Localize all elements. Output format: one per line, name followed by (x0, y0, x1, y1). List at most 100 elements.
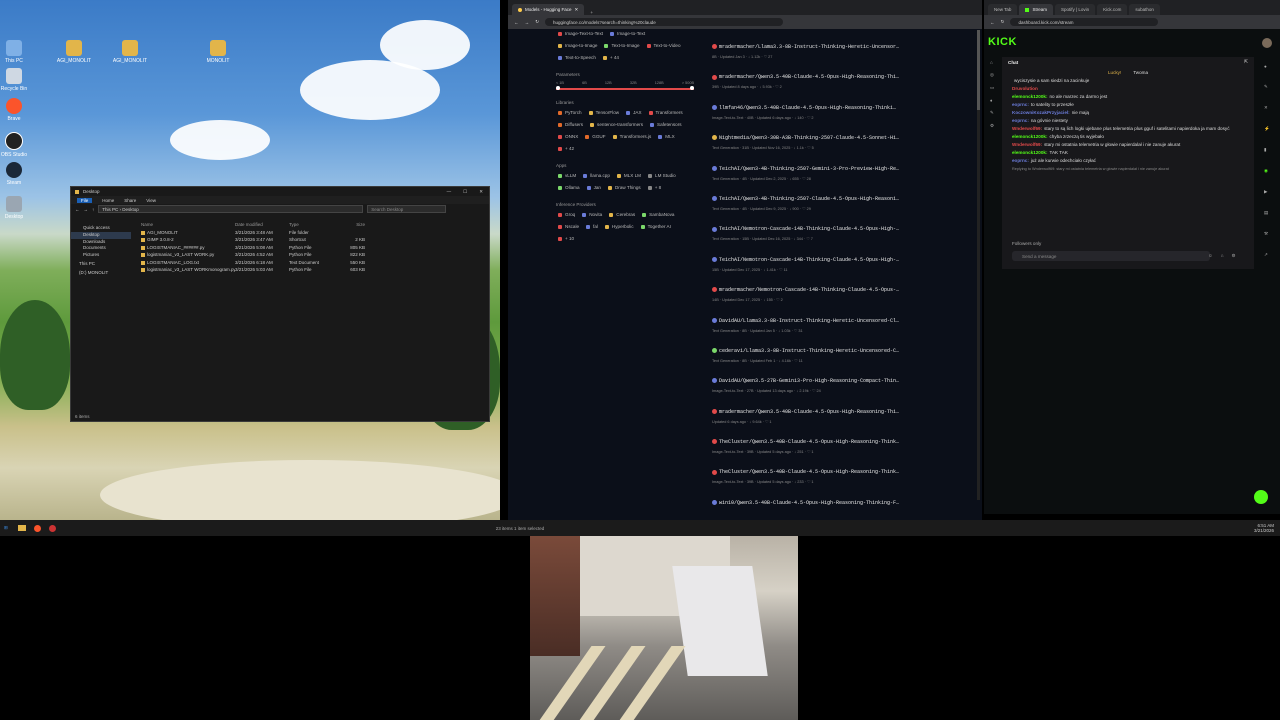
model-name[interactable]: win10/Qwen3.5-40B-Claude-4.5-Opus-High-R… (712, 500, 927, 506)
desktop-shortcut-icon[interactable]: Desktop (0, 196, 36, 220)
tab-stream[interactable]: Stream (1019, 4, 1053, 15)
share-icon[interactable]: ↗ (1264, 252, 1270, 258)
model-name[interactable]: TeichAI/Qwen3-4B-Thinking-2507-Claude-4.… (712, 196, 927, 202)
column-name[interactable]: Name (137, 222, 235, 227)
model-name[interactable]: TeichAI/Nemotron-Cascade-14B-Thinking-Cl… (712, 257, 927, 263)
model-name[interactable]: llmfan46/Qwen3.5-40B-Claude-4.5-Opus-Hig… (712, 105, 927, 111)
model-card[interactable]: mradermacher/Nemotron-Cascade-14B-Thinki… (712, 287, 927, 317)
filter-chip[interactable]: PyTorch (556, 109, 585, 116)
filter-chip[interactable]: Image-to-Text (608, 30, 648, 37)
filter-chip[interactable]: ONNX (556, 133, 581, 140)
filter-chip[interactable]: MLX LM (615, 172, 644, 179)
model-name[interactable]: mradermacher/Nemotron-Cascade-14B-Thinki… (712, 287, 927, 293)
filter-chip[interactable]: GGUF (583, 133, 608, 140)
tab-subathon[interactable]: subathon (1129, 4, 1160, 15)
filter-chip[interactable]: Jan (585, 184, 604, 191)
start-icon[interactable]: ⊞ (4, 525, 8, 531)
nav-item-desktop[interactable]: Desktop (71, 231, 131, 239)
chat-username[interactable]: elemonck1200k: (1012, 94, 1048, 99)
filter-chip[interactable]: Text-to-Image (602, 42, 642, 49)
file-row[interactable]: LOGISTMANIAC_LOG.txt 3/21/2026 6:18 AM Tex… (137, 259, 427, 267)
emote-icon[interactable]: ☺ (1208, 253, 1213, 259)
play-icon[interactable]: ▶ (1264, 189, 1270, 195)
chat-username[interactable]: Wnderwolf69: (1012, 126, 1042, 131)
file-row[interactable]: GIMP 3.0.8-2 3/21/2026 3:47 AM Shortcut 2 K… (137, 236, 427, 244)
toolbar-icon[interactable]: ● (1264, 64, 1270, 69)
file-row[interactable]: logistmaniac_v3_LAST WORKmonogram.py 3/21… (137, 266, 427, 274)
chat-bubble-icon[interactable]: ◉ (1264, 168, 1270, 174)
forward-icon[interactable]: → (84, 207, 89, 212)
model-card[interactable]: mradermacher/Llama3.3-8B-Instruct-Thinki… (712, 44, 927, 74)
chat-username[interactable]: elemonck1200k: (1012, 134, 1048, 139)
filter-chip[interactable]: Text-to-Video (645, 42, 684, 49)
model-card[interactable]: TeichAI/Nemotron-Cascade-14B-Thinking-Cl… (712, 257, 927, 287)
brave-icon[interactable]: Brave (0, 98, 36, 122)
model-name[interactable]: TheCluster/Qwen3.5-40B-Claude-4.5-Opus-H… (712, 469, 927, 475)
filter-chip[interactable]: vLLM (556, 172, 579, 179)
chat-icon[interactable]: ▭ (990, 85, 998, 91)
filter-chip[interactable]: Novita (580, 211, 605, 218)
model-name[interactable]: mradermacher/Llama3.3-8B-Instruct-Thinki… (712, 44, 927, 50)
filter-chip[interactable]: Image-Text-to-Text (556, 30, 606, 37)
back-icon[interactable]: ← (75, 207, 80, 212)
filter-chip[interactable]: + 8 (646, 184, 665, 191)
recycle-bin-icon[interactable]: Recycle Bin (0, 68, 36, 92)
scrollbar[interactable] (977, 30, 980, 500)
model-name[interactable]: DavidAU/Llama3.3-8B-Instruct-Thinking-He… (712, 318, 927, 324)
chat-username[interactable]: KoczowniKozakPrzyjaciel: (1012, 110, 1070, 115)
nav-item-quick-access[interactable]: Quick access (71, 225, 131, 232)
filter-chip[interactable]: Ollama (556, 184, 583, 191)
filter-chip[interactable]: + 10 (556, 235, 577, 242)
brave-taskbar-icon[interactable] (33, 524, 41, 532)
explorer-taskbar-icon[interactable] (17, 525, 26, 531)
filter-chip[interactable]: Transformers (647, 109, 686, 116)
clock[interactable]: 6:51 AM 3/21/2026 (1254, 523, 1274, 533)
filter-chip[interactable]: Cerebras (607, 211, 638, 218)
avatar[interactable] (1262, 38, 1272, 48)
ribbon-tab-home[interactable]: Home (102, 198, 114, 203)
column-size[interactable]: Size (335, 222, 365, 227)
popout-icon[interactable]: ⇱ (1244, 59, 1248, 65)
tab-new-tab[interactable]: New Tab (988, 4, 1018, 15)
close-icon[interactable]: ✕ (1264, 105, 1270, 111)
nav-item-downloads[interactable]: Downloads (71, 239, 131, 246)
folder-icon[interactable]: AGI_MONOLIT (52, 40, 96, 64)
filter-chip[interactable]: Diffusers (556, 121, 586, 128)
slider-handle[interactable] (690, 86, 694, 90)
panel-icon[interactable]: ▤ (1264, 210, 1270, 216)
up-icon[interactable]: ↑ (92, 207, 94, 212)
tab-huggingface[interactable]: Models - Hugging Face ✕ (512, 4, 585, 15)
filter-chip[interactable]: + 42 (556, 145, 577, 152)
ribbon-tab-share[interactable]: Share (124, 198, 136, 203)
model-card[interactable]: TheCluster/Qwen3.5-40B-Claude-4.5-Opus-H… (712, 469, 927, 499)
pinned-user[interactable]: Twoma (1133, 70, 1148, 75)
this-pc-icon[interactable]: This PC (0, 40, 36, 64)
back-icon[interactable]: ← (990, 20, 995, 25)
folder-icon[interactable]: MONOLIT (196, 40, 240, 64)
filter-chip[interactable]: SambaNova (640, 211, 677, 218)
filter-chip[interactable]: Transformers.js (611, 133, 655, 140)
model-name[interactable]: TeichAI/Qwen3-4B-Thinking-2507-Gemini-3-… (712, 166, 927, 172)
nav-item-this-pc[interactable]: This PC (71, 261, 131, 268)
model-card[interactable]: TeichAI/Qwen3-4B-Thinking-2507-Gemini-3-… (712, 166, 927, 196)
model-card[interactable]: TheCluster/Qwen3.5-40B-Claude-4.5-Opus-H… (712, 439, 927, 469)
chat-username[interactable]: Druvolution (1012, 86, 1038, 91)
chat-username[interactable]: eoprnc: (1012, 158, 1029, 163)
model-card[interactable]: TeichAI/Nemotron-Cascade-14B-Thinking-Cl… (712, 226, 927, 256)
column-type[interactable]: Type (289, 222, 335, 227)
send-message-input[interactable]: Send a message (1012, 251, 1210, 261)
model-name[interactable]: Nightmedia/Qwen3-30B-A3B-Thinking-2507-C… (712, 135, 927, 141)
model-name[interactable]: mradermacher/Qwen3.5-40B-Claude-4.5-Opus… (712, 74, 927, 80)
filter-chip[interactable]: TensorFlow (587, 109, 623, 116)
edit-icon[interactable]: ✎ (1264, 84, 1270, 90)
nav-item-pictures[interactable]: Pictures (71, 252, 131, 259)
filter-chip[interactable]: + 44 (601, 54, 622, 61)
reload-icon[interactable]: ↻ (535, 19, 539, 25)
slider-handle[interactable] (556, 86, 560, 90)
obs-taskbar-icon[interactable] (48, 524, 56, 532)
url-input[interactable]: huggingface.co/models?search=thinking%20… (545, 18, 784, 26)
kick-fab-button[interactable] (1254, 490, 1268, 504)
steam-icon[interactable]: Steam (0, 162, 36, 186)
model-name[interactable]: TeichAI/Nemotron-Cascade-14B-Thinking-Cl… (712, 226, 927, 232)
model-name[interactable]: DavidAU/Qwen3.5-27B-Gemini3-Pro-High-Rea… (712, 378, 927, 384)
